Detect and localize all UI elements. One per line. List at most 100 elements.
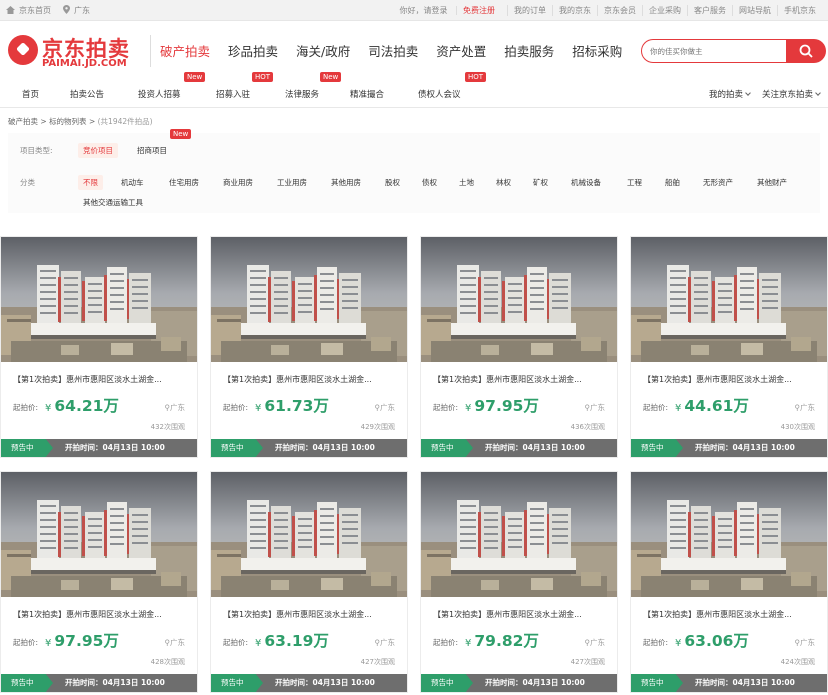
start-time: 开拍时间：04月13日 10:00	[275, 678, 375, 687]
subnav-settle[interactable]: 招募入驻	[216, 88, 250, 100]
property-photo[interactable]	[421, 237, 617, 362]
filter-category[interactable]: 其他财产	[752, 175, 792, 190]
chevron-down-icon	[815, 90, 821, 96]
listing-location: ⚲广东	[585, 402, 606, 413]
listing-card[interactable]: 【第1次拍卖】惠州市惠阳区淡水土湖金... 起拍价: ¥79.82万 ⚲广东 4…	[420, 471, 618, 693]
property-photo[interactable]	[631, 237, 827, 362]
listing-card[interactable]: 【第1次拍卖】惠州市惠阳区淡水土湖金... 起拍价: ¥44.61万 ⚲广东 4…	[630, 236, 828, 458]
login-link[interactable]: 你好，请登录 免费注册	[387, 5, 507, 16]
listing-title[interactable]: 【第1次拍卖】惠州市惠阳区淡水土湖金...	[223, 609, 401, 620]
filter-category[interactable]: 商业用房	[218, 175, 258, 190]
listing-location: ⚲广东	[375, 637, 396, 648]
filter-category-all[interactable]: 不限	[78, 175, 103, 190]
breadcrumb-item[interactable]: 标的物列表	[49, 117, 87, 126]
property-photo[interactable]	[1, 237, 197, 362]
starting-price: ¥97.95万	[45, 629, 119, 651]
follow-dropdown[interactable]: 关注京东拍卖	[762, 88, 821, 100]
topbar-link[interactable]: 企业采购	[642, 5, 687, 16]
hot-badge: HOT	[465, 72, 487, 82]
my-auction-dropdown[interactable]: 我的拍卖	[709, 88, 751, 100]
topbar-link[interactable]: 手机京东	[777, 5, 822, 16]
listing-location: ⚲广东	[165, 402, 186, 413]
listing-card[interactable]: 【第1次拍卖】惠州市惠阳区淡水土湖金... 起拍价: ¥64.21万 ⚲广东 4…	[0, 236, 198, 458]
breadcrumb-item[interactable]: 破产拍卖	[8, 117, 38, 126]
nav-customs-government[interactable]: 海关/政府	[296, 41, 350, 60]
site-header: 京东拍卖 PAIMAI.JD.COM 破产拍卖 珍品拍卖 海关/政府 司法拍卖 …	[0, 21, 828, 81]
listing-title[interactable]: 【第1次拍卖】惠州市惠阳区淡水土湖金...	[433, 374, 611, 385]
filter-category[interactable]: 股权	[380, 175, 405, 190]
filter-category[interactable]: 债权	[417, 175, 442, 190]
jd-home-link[interactable]: 京东首页	[19, 5, 51, 16]
filter-category[interactable]: 机械设备	[566, 175, 606, 190]
listing-title[interactable]: 【第1次拍卖】惠州市惠阳区淡水土湖金...	[643, 609, 821, 620]
category-filter-label: 分类	[20, 178, 35, 187]
filter-category[interactable]: 林权	[491, 175, 516, 190]
filter-category[interactable]: 住宅用房	[164, 175, 204, 190]
listing-card[interactable]: 【第1次拍卖】惠州市惠阳区淡水土湖金... 起拍价: ¥63.19万 ⚲广东 4…	[210, 471, 408, 693]
nav-bidding-procurement[interactable]: 招标采购	[572, 41, 622, 60]
listing-title[interactable]: 【第1次拍卖】惠州市惠阳区淡水土湖金...	[433, 609, 611, 620]
filter-category[interactable]: 其他交通运输工具	[78, 195, 148, 210]
location-selector[interactable]: 广东	[74, 5, 90, 16]
listing-card[interactable]: 【第1次拍卖】惠州市惠阳区淡水土湖金... 起拍价: ¥97.95万 ⚲广东 4…	[0, 471, 198, 693]
property-photo[interactable]	[1, 472, 197, 597]
type-filter-label: 项目类型:	[20, 146, 53, 155]
nav-bankruptcy-auction[interactable]: 破产拍卖	[160, 41, 210, 60]
filter-type-bidding[interactable]: 竞价项目	[78, 143, 118, 158]
filter-category[interactable]: 无形资产	[698, 175, 738, 190]
listing-location: ⚲广东	[795, 402, 816, 413]
starting-price: ¥61.73万	[255, 394, 329, 416]
subnav-creditor[interactable]: 债权人会议	[418, 88, 461, 100]
listing-card[interactable]: 【第1次拍卖】惠州市惠阳区淡水土湖金... 起拍价: ¥61.73万 ⚲广东 4…	[210, 236, 408, 458]
filter-category[interactable]: 船舶	[660, 175, 685, 190]
listing-title[interactable]: 【第1次拍卖】惠州市惠阳区淡水土湖金...	[13, 609, 191, 620]
subnav-matching[interactable]: 精准撮合	[350, 88, 384, 100]
property-photo[interactable]	[211, 472, 407, 597]
subnav-home[interactable]: 首页	[22, 88, 39, 100]
price-value: 64.21万	[54, 397, 119, 415]
property-photo[interactable]	[421, 472, 617, 597]
view-count: 424次围观	[780, 658, 815, 666]
listing-title[interactable]: 【第1次拍卖】惠州市惠阳区淡水土湖金...	[223, 374, 401, 385]
nav-treasure-auction[interactable]: 珍品拍卖	[228, 41, 278, 60]
card-footer: 预告中 开拍时间：04月13日 10:00	[211, 674, 407, 692]
topbar-link[interactable]: 我的京东	[552, 5, 597, 16]
topbar-link[interactable]: 我的订单	[507, 5, 552, 16]
filter-category[interactable]: 土地	[454, 175, 479, 190]
subnav-announcement[interactable]: 拍卖公告	[70, 88, 104, 100]
price-value: 97.95万	[474, 397, 539, 415]
topbar-link[interactable]: 网站导航	[732, 5, 777, 16]
register-link[interactable]: 免费注册	[456, 6, 501, 15]
currency-symbol: ¥	[255, 403, 262, 414]
filter-category[interactable]: 工业用房	[272, 175, 312, 190]
listing-title[interactable]: 【第1次拍卖】惠州市惠阳区淡水土湖金...	[13, 374, 191, 385]
subnav-legal[interactable]: 法律服务	[285, 88, 319, 100]
my-auction-label[interactable]: 我的拍卖	[709, 90, 743, 100]
home-icon[interactable]	[6, 5, 15, 16]
nav-auction-service[interactable]: 拍卖服务	[504, 41, 554, 60]
nav-asset-disposal[interactable]: 资产处置	[436, 41, 486, 60]
topbar-link[interactable]: 客户服务	[687, 5, 732, 16]
follow-label[interactable]: 关注京东拍卖	[762, 90, 813, 100]
filter-category[interactable]: 工程	[622, 175, 647, 190]
listing-card[interactable]: 【第1次拍卖】惠州市惠阳区淡水土湖金... 起拍价: ¥97.95万 ⚲广东 4…	[420, 236, 618, 458]
property-photo[interactable]	[631, 472, 827, 597]
filter-category[interactable]: 矿权	[528, 175, 553, 190]
status-badge: 预告中	[631, 439, 683, 457]
subnav-investor[interactable]: 投资人招募	[138, 88, 181, 100]
search-input[interactable]	[641, 39, 786, 63]
filter-category[interactable]: 其他用房	[326, 175, 366, 190]
greeting-text[interactable]: 你好，请登录	[393, 6, 453, 15]
price-label: 起拍价:	[13, 638, 39, 647]
view-count: 427次围观	[360, 658, 395, 666]
new-badge: New	[170, 129, 192, 139]
nav-judicial-auction[interactable]: 司法拍卖	[368, 41, 418, 60]
listing-title[interactable]: 【第1次拍卖】惠州市惠阳区淡水土湖金...	[643, 374, 821, 385]
search-button[interactable]	[786, 39, 826, 63]
site-logo[interactable]: 京东拍卖 PAIMAI.JD.COM	[8, 31, 143, 71]
filter-type-investment[interactable]: 招商项目	[132, 143, 172, 158]
topbar-link[interactable]: 京东会员	[597, 5, 642, 16]
filter-category[interactable]: 机动车	[116, 175, 149, 190]
property-photo[interactable]	[211, 237, 407, 362]
listing-card[interactable]: 【第1次拍卖】惠州市惠阳区淡水土湖金... 起拍价: ¥63.06万 ⚲广东 4…	[630, 471, 828, 693]
